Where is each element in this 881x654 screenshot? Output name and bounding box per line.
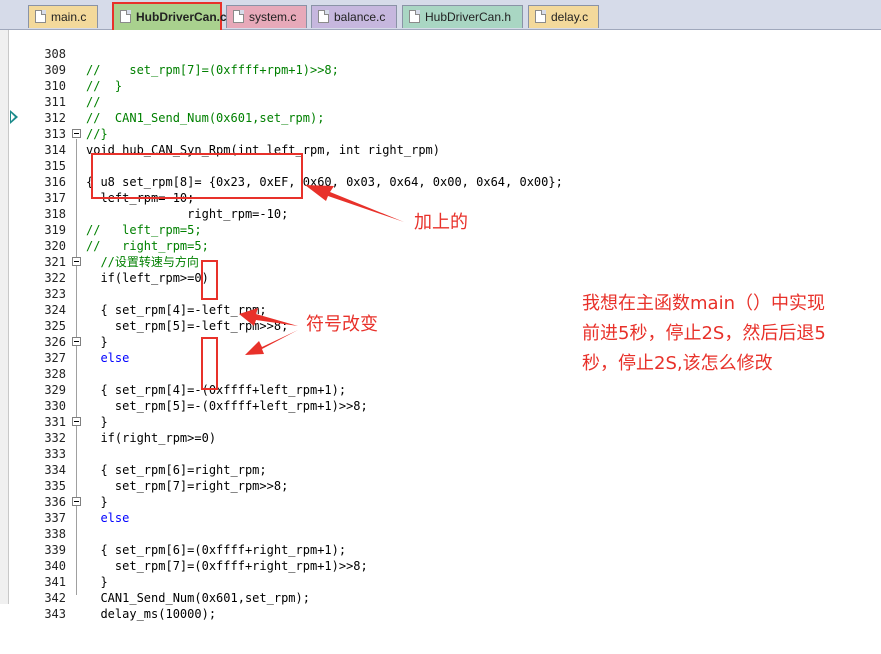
tab-label: HubDriverCan.h	[425, 10, 512, 24]
tab-main-c[interactable]: main.c	[28, 5, 98, 28]
code-line: 330 }	[0, 382, 881, 429]
highlight-box-sign-1	[201, 260, 218, 300]
file-icon	[120, 10, 131, 23]
fold-toggle-icon[interactable]	[72, 337, 81, 346]
file-icon	[233, 10, 244, 23]
tab-delay-c[interactable]: delay.c	[528, 5, 599, 28]
code-line: 333 set_rpm[6]=right_rpm;	[0, 430, 881, 477]
line-number: 343	[44, 607, 66, 621]
code-line: 311 // CAN1_Send_Num(0x601,set_rpm);	[0, 78, 881, 125]
code-line: 334 set_rpm[7]=right_rpm>>8;	[0, 446, 881, 493]
tab-balance-c[interactable]: balance.c	[311, 5, 397, 28]
tab-label: balance.c	[334, 10, 386, 24]
code-line: 337 {	[0, 494, 881, 557]
code-text: delay_ms(10000);	[86, 607, 217, 621]
code-line: 331 if(right_rpm>=0)	[0, 398, 881, 445]
code-line: 321 if(left_rpm>=0)	[0, 238, 881, 285]
file-icon	[535, 10, 546, 23]
highlight-box-sign-2	[201, 337, 218, 390]
code-line: 308 // set_rpm[7]=(0xffff+rpm+1)>>8;	[0, 30, 881, 77]
tab-system-c[interactable]: system.c	[226, 5, 307, 28]
code-line: 323 set_rpm[4]=-left_rpm;	[0, 270, 881, 317]
file-icon	[409, 10, 420, 23]
code-line: 341 CAN1_Send_Num(0x601,set_rpm);	[0, 558, 881, 605]
code-line: 313 void hub_CAN_Syn_Rpm(int left_rpm, i…	[0, 110, 881, 157]
code-line: 310 //	[0, 62, 881, 109]
tab-label: HubDriverCan.c	[136, 10, 227, 24]
fold-toggle-icon[interactable]	[72, 257, 81, 266]
tab-hubdrivercan-h[interactable]: HubDriverCan.h	[402, 5, 523, 28]
code-line: 342 delay_ms(10000);	[0, 574, 881, 621]
file-icon	[318, 10, 329, 23]
code-line: 332 {	[0, 414, 881, 477]
tab-label: main.c	[51, 10, 87, 24]
code-line: 339 set_rpm[7]=(0xffff+right_rpm+1)>>8;	[0, 526, 881, 573]
tab-bar: main.c HubDriverCan.c system.c balance.c…	[0, 0, 881, 30]
question-line-3: 秒，停止2S,该怎么修改	[582, 353, 773, 374]
fold-toggle-icon[interactable]	[72, 417, 81, 426]
code-line: 314 {	[0, 126, 881, 189]
fold-toggle-icon[interactable]	[72, 497, 81, 506]
annotation-added: 加上的	[414, 212, 468, 233]
code-line: 312 //}	[0, 94, 881, 141]
code-line: 340 }	[0, 542, 881, 589]
annotation-sign-changed: 符号改变	[306, 314, 378, 335]
code-line: 335 }	[0, 462, 881, 509]
tab-label: system.c	[249, 10, 297, 24]
question-line-1: 我想在主函数main（）中实现	[582, 293, 825, 314]
tab-label: delay.c	[551, 10, 589, 24]
tab-hubdrivercan-c[interactable]: HubDriverCan.c	[112, 2, 227, 30]
fold-toggle-icon[interactable]	[72, 129, 81, 138]
code-line: 309 // }	[0, 46, 881, 93]
file-icon	[35, 10, 46, 23]
annotation-question: 我想在主函数main（）中实现 前进5秒，停止2S，然后后退5 秒，停止2S,该…	[582, 289, 877, 379]
code-line: 336 else	[0, 478, 881, 525]
code-line: 322 {	[0, 254, 881, 317]
highlight-box-added-lines	[91, 153, 303, 199]
question-line-2: 前进5秒，停止2S，然后后退5	[582, 323, 826, 344]
code-line: 338 set_rpm[6]=(0xffff+right_rpm+1);	[0, 510, 881, 557]
